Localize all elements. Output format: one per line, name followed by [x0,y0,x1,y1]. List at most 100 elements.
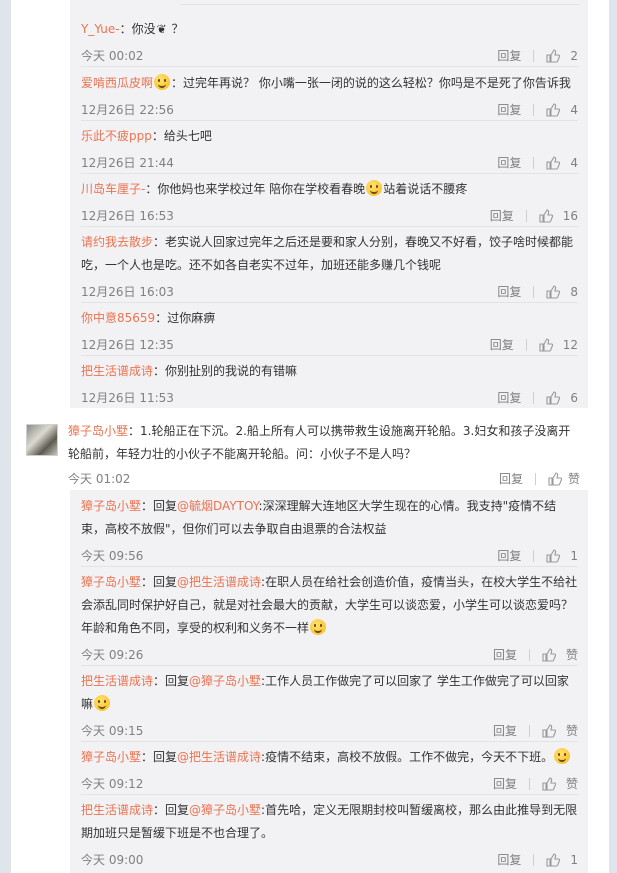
like-icon[interactable] [542,648,556,662]
like-icon[interactable] [546,285,561,299]
reply-author[interactable]: 獐子岛小墅 [81,499,141,513]
like-count: 2 [570,49,578,63]
like-icon[interactable] [546,49,561,63]
reply-time: 12月26日 11:53 [81,391,174,405]
like-count: 1 [570,549,578,563]
reply-item: 乐此不疲ppp：给头七吧 12月26日 21:44 回复 4 [81,125,578,174]
comment-text: ：1.轮船正在下沉。2.船上所有人可以携带救生设施离开轮船。3.妇女和孩子没离开… [68,424,571,461]
like-count: 6 [570,391,578,405]
reply-prefix: ：回复 [141,575,178,589]
mention-link[interactable]: @獐子岛小墅 [189,674,261,688]
reply-item: 爱啃西瓜皮啊 ：过完年再说？ 你小嘴一张一闭的说的这么轻松？你吗是不是死了你告诉我… [81,72,578,121]
reply-button[interactable]: 回复 [497,99,521,121]
mention-link[interactable]: @把生活谱成诗 [177,750,261,764]
reply-button[interactable]: 回复 [493,773,517,795]
reply-author[interactable]: 川岛车厘子- [81,182,145,196]
mention-link[interactable]: @獐子岛小墅 [189,803,261,817]
reply-author[interactable]: 把生活谱成诗 [81,364,153,378]
like-count: 16 [562,209,578,223]
reply-item: 獐子岛小墅：回复@毓烟DAYTOY:深深理解大连地区大学生现在的心情。我支持"疫… [81,495,578,567]
like-count[interactable]: 赞 [566,773,578,795]
smile-emoji-icon [366,180,383,196]
reply-author[interactable]: 爱啃西瓜皮啊 [81,76,153,90]
reply-item: 你中意85659：过你麻痹 12月26日 12:35 回复 12 [81,307,578,356]
reply-time: 12月26日 16:03 [81,285,174,299]
emoji-icon [154,74,171,90]
like-icon[interactable] [546,103,561,117]
reply-button[interactable]: 回复 [497,849,521,871]
reply-button[interactable]: 回复 [497,152,521,174]
reply-author[interactable]: Y_Yue- [81,22,120,36]
reply-author[interactable]: 獐子岛小墅 [81,750,141,764]
reply-item: 请约我去散步：老实说人回家过完年之后还是要和家人分别，春晚又不好看，饺子啥时候都… [81,231,578,303]
comment-author[interactable]: 獐子岛小墅 [68,424,128,438]
reply-time: 12月26日 16:53 [81,209,174,223]
reply-author[interactable]: 獐子岛小墅 [81,575,141,589]
reply-author[interactable]: 把生活谱成诗 [81,803,153,817]
reply-text: 你别扯别的我说的有错嘛 [165,364,298,378]
reply-item: 獐子岛小墅：回复@把生活谱成诗:疫情不结束，高校不放假。工作不做完，今天不下班。… [81,746,578,795]
like-icon[interactable] [546,156,561,170]
like-icon[interactable] [546,391,561,405]
reply-time: 12月26日 22:56 [81,103,174,117]
reply-item: 獐子岛小墅：回复@把生活谱成诗:在职人员在给社会创造价值，疫情当头，在校大学生不… [81,571,578,666]
reply-text: 过你麻痹 [167,311,216,325]
reply-colon: ： [119,22,132,36]
smile-emoji-icon [554,748,571,764]
reply-button[interactable]: 回复 [490,205,514,227]
mention-link[interactable]: @把生活谱成诗 [177,575,261,589]
like-count[interactable]: 赞 [566,644,578,666]
reply-text: 给头七吧 [163,129,212,143]
like-count: 8 [570,285,578,299]
reply-colon: ： [153,364,166,378]
smile-emoji-icon [94,695,111,711]
smile-emoji-icon [310,619,327,635]
like-count: 1 [570,853,578,867]
reply-item: Y_Yue-：你没❦ ？ 今天 00:02 回复 2 [81,18,578,67]
reply-item: 把生活谱成诗：你别扯别的我说的有错嘛 12月26日 11:53 回复 6 [81,360,578,405]
like-icon[interactable] [546,549,561,563]
reply-time: 今天 09:26 [81,648,144,662]
like-label[interactable]: 赞 [568,468,580,490]
like-icon[interactable] [546,853,561,867]
like-count[interactable]: 赞 [566,720,578,742]
reply-button[interactable]: 回复 [493,644,517,666]
reply-button[interactable]: 回复 [493,720,517,742]
like-count: 4 [570,103,578,117]
like-count: 12 [562,338,578,352]
like-icon[interactable] [539,338,553,352]
reply-time: 今天 00:02 [81,49,144,63]
mention-link[interactable]: @毓烟DAYTOY [177,499,259,513]
emoji-icon: ❦ [156,22,167,36]
reply-item: 把生活谱成诗：回复@獐子岛小墅:工作人员工作做完了可以回家了 学生工作做完了可以… [81,670,578,742]
reply-button[interactable]: 回复 [499,468,523,490]
reply-item: 把生活谱成诗：回复@獐子岛小墅:首先哈，定义无限期封校叫暂缓离校，那么由此推导到… [81,799,578,867]
reply-button[interactable]: 回复 [490,334,514,356]
reply-text-tail: ？ [171,22,184,36]
reply-author[interactable]: 请约我去散步 [81,235,153,249]
reply-time: 今天 09:12 [81,777,144,791]
like-icon[interactable] [542,724,556,738]
reply-text-tail: 站着说话不腰疼 [383,182,468,196]
reply-prefix: ：回复 [153,803,190,817]
reply-text: 你他妈也来学校过年 陪你在学校看春晚 [157,182,366,196]
avatar[interactable] [26,424,58,456]
reply-prefix: ：回复 [141,499,178,513]
reply-button[interactable]: 回复 [497,387,521,409]
reply-button[interactable]: 回复 [497,281,521,303]
reply-author[interactable]: 乐此不疲ppp [81,129,152,143]
reply-button[interactable]: 回复 [497,545,521,567]
like-icon[interactable] [542,777,556,791]
like-icon[interactable] [548,472,562,486]
reply-text: 你没 [131,22,156,36]
reply-button[interactable]: 回复 [497,45,521,67]
comment-time: 今天 01:02 [68,472,131,486]
reply-item: 川岛车厘子-：你他妈也来学校过年 陪你在学校看春晚 站着说话不腰疼 12月26日 … [81,178,578,227]
reply-colon: ： [145,182,158,196]
like-icon[interactable] [539,209,553,223]
reply-colon: ： [153,235,166,249]
reply-colon: ： [151,129,164,143]
reply-author[interactable]: 你中意85659 [81,311,155,325]
reply-author[interactable]: 把生活谱成诗 [81,674,153,688]
like-count: 4 [570,156,578,170]
